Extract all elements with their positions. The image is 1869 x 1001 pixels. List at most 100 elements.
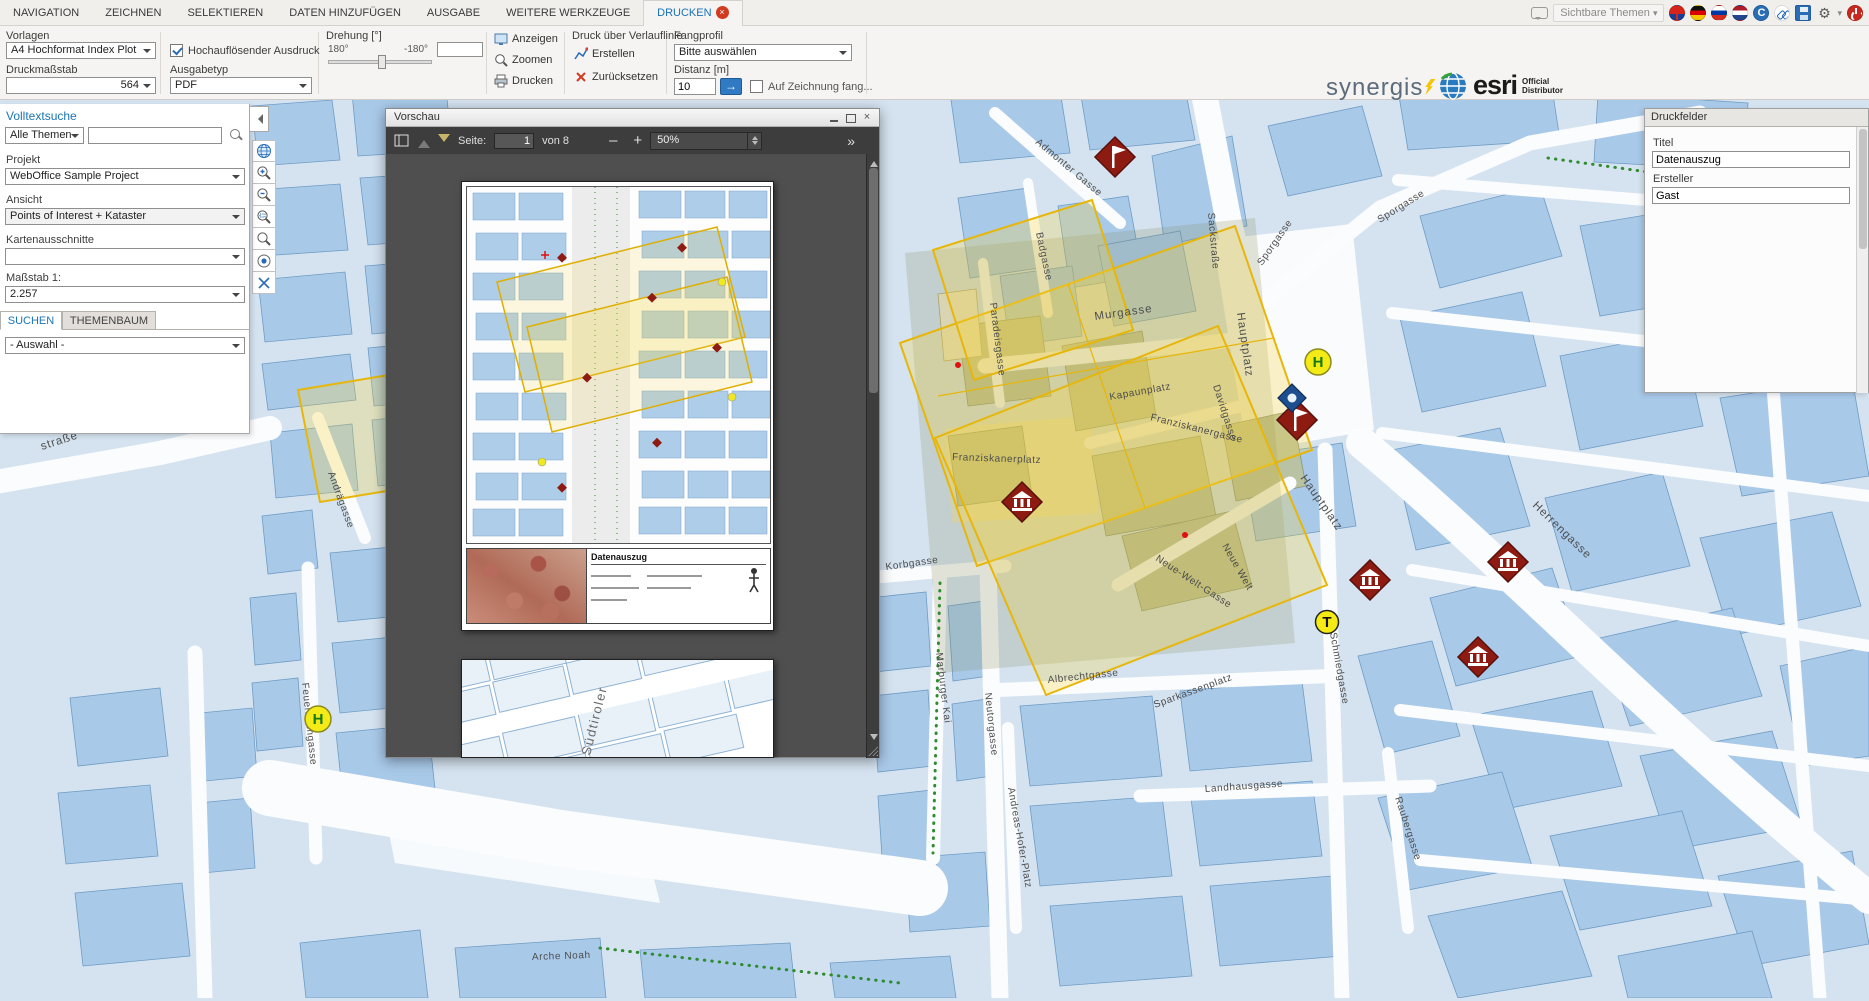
language-flag-uk-icon[interactable] — [1669, 5, 1685, 21]
erstellen-button[interactable]: Erstellen — [574, 47, 635, 61]
tab-navigation[interactable]: NAVIGATION — [0, 1, 92, 26]
sichtbare-themen-button[interactable]: Sichtbare Themen ▾ — [1553, 4, 1664, 22]
zoom-window-button[interactable] — [252, 206, 276, 228]
window-resize-grip[interactable] — [868, 746, 878, 756]
poi-halt-icon[interactable]: H — [1305, 349, 1331, 375]
poi-dot-icon[interactable] — [1182, 532, 1188, 538]
restore-icon[interactable] — [843, 111, 857, 125]
drehung-slider-handle[interactable] — [378, 55, 386, 69]
zoom-last-button[interactable] — [252, 228, 276, 250]
zoom-out-button[interactable] — [252, 184, 276, 206]
more-tools-button[interactable]: » — [847, 133, 855, 149]
titel-input[interactable] — [1652, 151, 1850, 168]
zoom-in-button[interactable] — [252, 162, 276, 184]
page1-footer-title: Datenauszug — [591, 552, 766, 565]
language-flag-de-icon[interactable] — [1690, 5, 1706, 21]
poi-dot-icon[interactable] — [955, 362, 961, 368]
north-figure-icon — [746, 567, 762, 593]
volltextsuche-link[interactable]: Volltextsuche — [6, 109, 77, 123]
preview-scrollbar[interactable] — [866, 154, 879, 758]
esri-logo: esri OfficialDistributor — [1438, 70, 1563, 101]
zoom-level-select[interactable]: 50% — [650, 132, 762, 150]
poi-halt-icon[interactable]: H — [305, 706, 331, 732]
ausgabetyp-select[interactable]: PDF — [170, 77, 312, 94]
scrollbar-thumb[interactable] — [869, 168, 878, 393]
tab-weitere-werkzeuge[interactable]: WEITERE WERKZEUGE — [493, 1, 643, 26]
settings-gear-icon[interactable]: ⚙ — [1816, 5, 1832, 21]
massstab-select[interactable]: 2.257 — [5, 286, 245, 303]
measure-button[interactable] — [252, 272, 276, 294]
ersteller-input[interactable] — [1652, 187, 1850, 204]
zoom-spinner[interactable] — [747, 133, 761, 149]
tab-ausgabe[interactable]: AUSGABE — [414, 1, 493, 26]
anzeigen-button[interactable]: Anzeigen — [494, 32, 558, 46]
scroll-up-icon[interactable] — [870, 157, 878, 167]
overview-globe-button[interactable] — [252, 140, 276, 162]
copyright-icon[interactable]: C — [1753, 5, 1769, 21]
tab-zeichnen[interactable]: ZEICHNEN — [92, 1, 174, 26]
projekt-select[interactable]: WebOffice Sample Project — [5, 168, 245, 185]
ribbon-drucken: Vorlagen A4 Hochformat Index Plot Druckm… — [0, 26, 1869, 100]
zoomen-button[interactable]: Zoomen — [494, 53, 552, 67]
auf-zeichnung-checkbox[interactable] — [750, 80, 763, 93]
kartenausschnitte-select[interactable] — [5, 248, 245, 265]
zoom-out-preview-button[interactable]: – — [609, 132, 617, 149]
fangprofil-select[interactable]: Bitte auswählen — [674, 44, 852, 61]
zoom-in-preview-button[interactable]: + — [633, 132, 642, 149]
logout-icon[interactable] — [1847, 5, 1863, 21]
vorschau-titlebar[interactable]: Vorschau × — [386, 109, 879, 127]
save-icon[interactable] — [1795, 5, 1811, 21]
tab-close-icon[interactable]: × — [716, 6, 729, 19]
map-canvas[interactable]: Admonter GasseBadgasseSackstraßeSporgass… — [0, 98, 1869, 998]
settings-chevron-icon[interactable]: ▾ — [1837, 8, 1842, 19]
tab-selektieren[interactable]: SELEKTIEREN — [174, 1, 276, 26]
page1-title-block: Datenauszug — [466, 548, 771, 624]
previous-page-icon[interactable] — [418, 134, 430, 148]
scroll-down-icon[interactable] — [870, 734, 878, 744]
language-flag-ru-icon[interactable] — [1711, 5, 1727, 21]
page1-overview-image — [467, 549, 587, 623]
distanz-label: Distanz [m] — [674, 64, 729, 76]
tab-drucken[interactable]: DRUCKEN× — [643, 0, 742, 26]
close-icon[interactable]: × — [860, 111, 874, 125]
zuruecksetzen-button[interactable]: Zurücksetzen — [574, 70, 658, 84]
poi-taxi-icon[interactable]: T — [1316, 611, 1339, 634]
drucken-button[interactable]: Drucken — [494, 74, 553, 88]
drehung-min-label: 180° — [328, 44, 349, 55]
comment-bubble-icon[interactable] — [1531, 7, 1548, 19]
distanz-apply-button[interactable]: → — [720, 78, 742, 95]
vorschau-window: Vorschau × Seite: von 8 – + 50% » — [385, 108, 880, 758]
auswahl-select[interactable]: - Auswahl - — [5, 337, 245, 354]
share-link-icon[interactable] — [1774, 5, 1790, 21]
language-flag-nl-icon[interactable] — [1732, 5, 1748, 21]
scrollbar-thumb[interactable] — [1859, 129, 1867, 249]
chevron-down-icon: ▾ — [1653, 8, 1658, 18]
alle-themen-select[interactable]: Alle Themen — [5, 127, 84, 144]
spinner-down-icon[interactable] — [752, 141, 758, 148]
drehung-max-label: -180° — [404, 44, 428, 55]
drehung-slider-track[interactable] — [328, 60, 432, 64]
panel-collapse-button[interactable] — [250, 106, 269, 132]
minimize-icon[interactable] — [827, 111, 841, 125]
ansicht-label: Ansicht — [6, 194, 42, 206]
page-number-input[interactable] — [494, 133, 534, 149]
map-viewport[interactable]: Admonter GasseBadgasseSackstraßeSporgass… — [0, 98, 1869, 998]
preview-content[interactable]: Datenauszug — [386, 154, 867, 758]
drehung-value-input[interactable] — [437, 42, 483, 57]
volltext-search-input[interactable] — [88, 127, 222, 144]
spinner-up-icon[interactable] — [752, 133, 758, 140]
druckfelder-scrollbar[interactable] — [1856, 127, 1868, 393]
distanz-input[interactable] — [674, 78, 716, 95]
tab-daten-hinzufuegen[interactable]: DATEN HINZUFÜGEN — [276, 1, 414, 26]
hochaufloesend-checkbox[interactable] — [170, 44, 183, 57]
druckfelder-panel: Druckfelder Titel Ersteller — [1644, 108, 1869, 393]
next-page-icon[interactable] — [438, 134, 450, 148]
ansicht-select[interactable]: Points of Interest + Kataster — [5, 208, 245, 225]
tab-suchen[interactable]: SUCHEN — [0, 311, 62, 330]
center-point-button[interactable] — [252, 250, 276, 272]
druckmassstab-select[interactable]: 564 — [6, 77, 156, 94]
tab-themenbaum[interactable]: THEMENBAUM — [62, 311, 156, 330]
page-layout-icon[interactable] — [394, 134, 410, 148]
vorlagen-select[interactable]: A4 Hochformat Index Plot — [6, 42, 156, 59]
search-icon[interactable] — [230, 129, 243, 142]
